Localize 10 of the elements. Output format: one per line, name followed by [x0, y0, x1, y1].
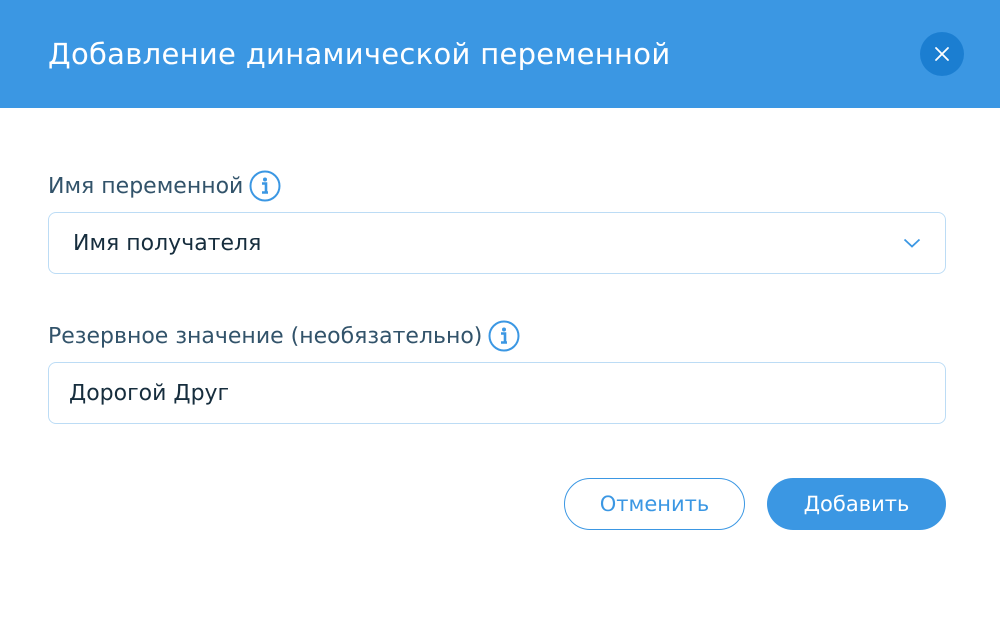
chevron-down-icon: [903, 238, 921, 248]
field-label: Резервное значение (необязательно): [48, 324, 482, 348]
field-label: Имя переменной: [48, 174, 244, 198]
close-button[interactable]: [920, 32, 964, 76]
dropdown[interactable]: Имя получателя: [48, 212, 946, 274]
dialog-title: Добавление динамической переменной: [48, 37, 670, 71]
input-field[interactable]: Дорогой Друг: [48, 362, 946, 424]
close-icon: [934, 46, 950, 62]
info-icon[interactable]: [488, 320, 520, 352]
info-icon[interactable]: [249, 170, 282, 202]
